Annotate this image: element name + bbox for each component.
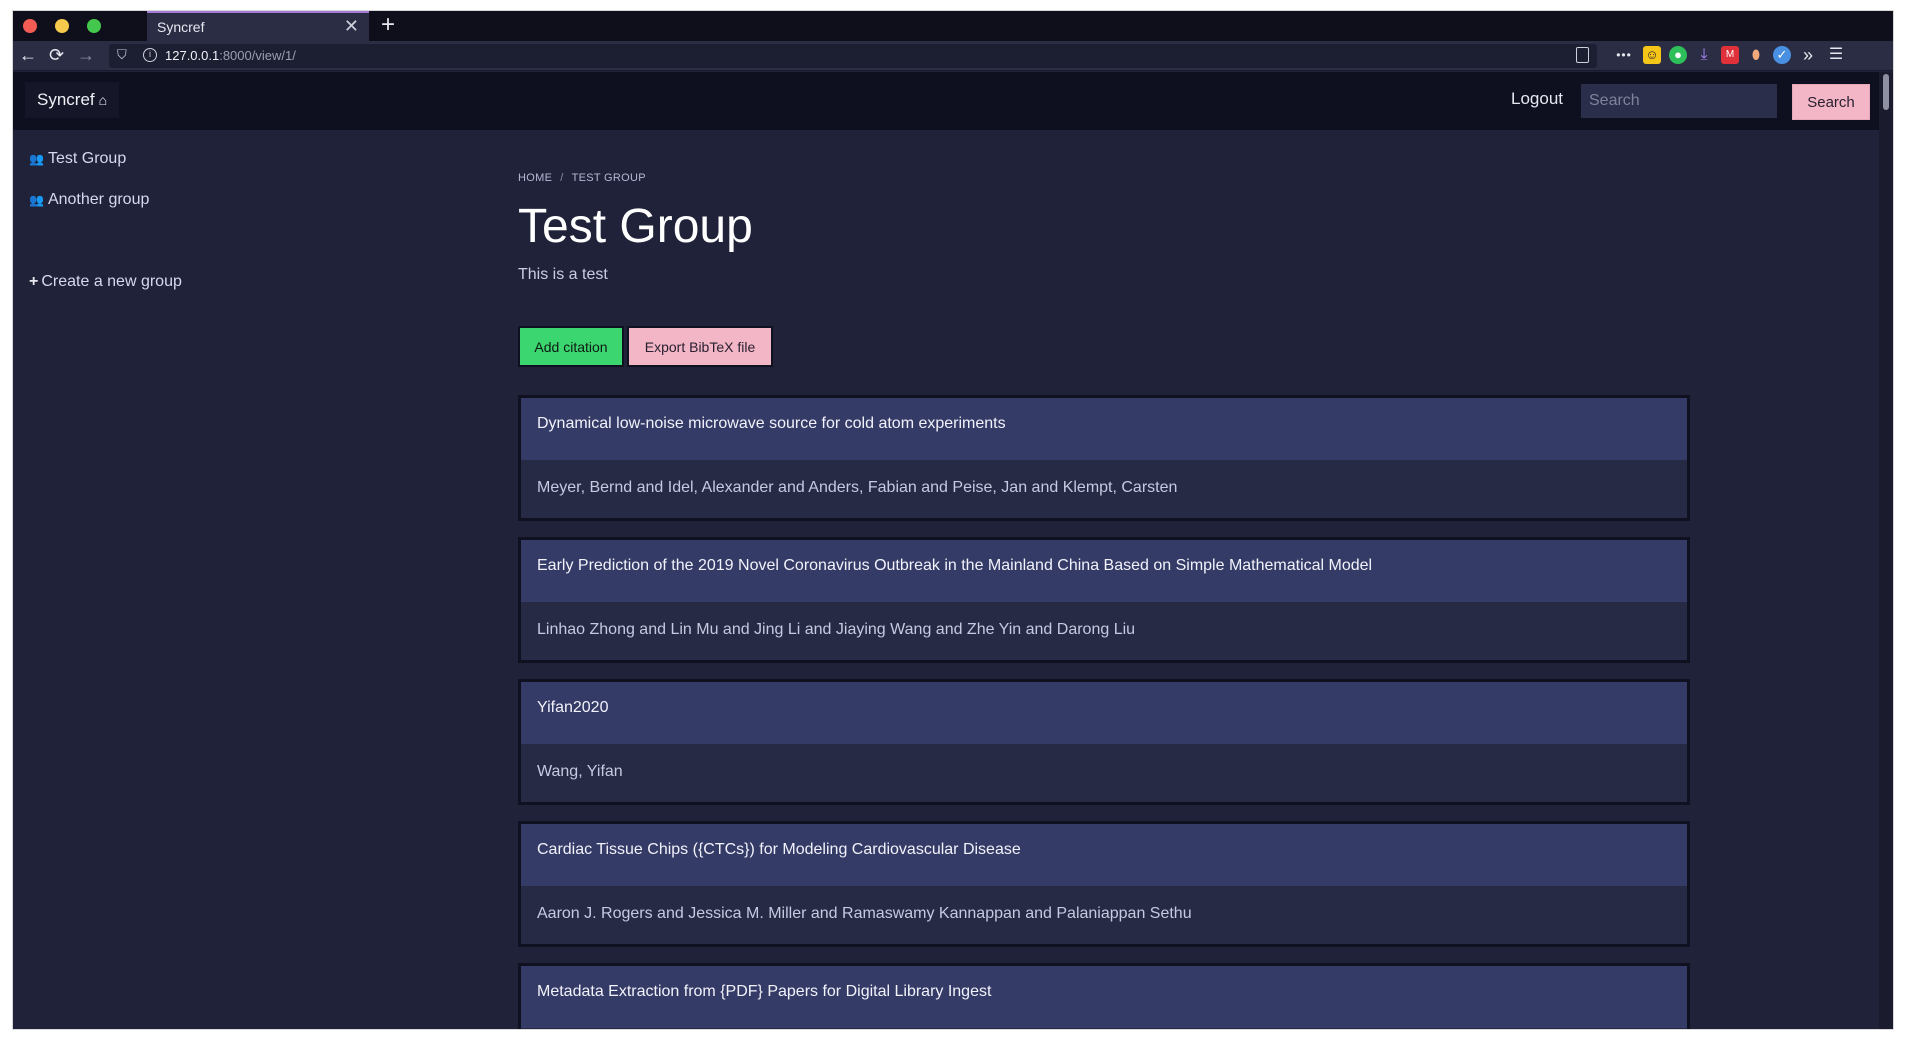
hamburger-menu-icon[interactable]: ☰: [1827, 46, 1845, 64]
reader-view-icon[interactable]: [1576, 47, 1589, 63]
sidebar-item-label: Test Group: [47, 150, 127, 167]
extension-green-icon[interactable]: ●: [1669, 46, 1687, 64]
url-host: 127.0.0.1: [165, 48, 220, 63]
citation-title[interactable]: Yifan2020: [521, 682, 1687, 744]
minimize-window-button[interactable]: [55, 19, 69, 33]
sidebar-item-another-group[interactable]: 👥 Another group: [29, 191, 149, 209]
info-icon[interactable]: i: [143, 48, 157, 62]
breadcrumb-separator: /: [560, 172, 564, 184]
citation-card[interactable]: Early Prediction of the 2019 Novel Coron…: [518, 537, 1690, 663]
maximize-window-button[interactable]: [87, 19, 101, 33]
tab-title: Syncref: [157, 19, 205, 35]
citation-authors: [521, 1028, 1687, 1029]
browser-window: Syncref ✕ + ← ⟳ → ⛉ i 127.0.0.1:8000/vie…: [13, 11, 1893, 1029]
back-icon[interactable]: ←: [19, 44, 37, 66]
group-icon: 👥: [29, 152, 44, 166]
citation-authors: Meyer, Bernd and Idel, Alexander and And…: [537, 479, 1178, 496]
more-options-icon[interactable]: •••: [1615, 46, 1633, 64]
tab-close-icon[interactable]: ✕: [344, 16, 359, 37]
extension-red-icon[interactable]: M: [1721, 46, 1739, 64]
browser-nav-bar: ← ⟳ → ⛉ i 127.0.0.1:8000/view/1/ ••• ☺ ●…: [13, 41, 1893, 71]
close-window-button[interactable]: [23, 19, 37, 33]
group-icon: 👥: [29, 193, 44, 207]
citation-title[interactable]: Early Prediction of the 2019 Novel Coron…: [521, 540, 1687, 602]
logout-link[interactable]: Logout: [1511, 89, 1563, 109]
page-title: Test Group: [518, 200, 753, 253]
home-icon: ⌂: [98, 92, 108, 108]
download-icon[interactable]: ⤓: [1695, 46, 1713, 64]
sidebar-item-label: Another group: [47, 191, 150, 208]
extension-blue-icon[interactable]: ✓: [1773, 46, 1791, 64]
browser-tab-syncref[interactable]: Syncref ✕: [147, 11, 369, 41]
extension-orange-icon[interactable]: ⬮: [1747, 46, 1765, 64]
url-path: :8000/view/1/: [219, 48, 296, 63]
site-header: Syncref ⌂ Logout Search: [13, 72, 1879, 130]
export-bibtex-button[interactable]: Export BibTeX file: [627, 326, 773, 367]
main-content: HOME / TEST GROUP Test Group This is a tes…: [518, 172, 1690, 1029]
citation-title[interactable]: Dynamical low-noise microwave source for…: [521, 398, 1687, 460]
more-extensions-icon[interactable]: »: [1799, 46, 1817, 64]
breadcrumb-current: TEST GROUP: [571, 172, 646, 184]
url-bar[interactable]: ⛉ i 127.0.0.1:8000/view/1/: [109, 44, 1597, 68]
breadcrumb-home[interactable]: HOME: [518, 172, 552, 184]
url-text[interactable]: 127.0.0.1:8000/view/1/: [165, 48, 296, 63]
citation-authors: Wang, Yifan: [537, 763, 623, 780]
plus-icon: +: [29, 273, 39, 290]
citation-title[interactable]: Metadata Extraction from {PDF} Papers fo…: [521, 966, 1687, 1028]
page: Syncref⌂ Logout Search 👥Test Group 👥Anot…: [13, 72, 1879, 1029]
brand-name: Syncref: [37, 90, 95, 109]
shield-icon[interactable]: ⛉: [117, 47, 127, 63]
citation-card[interactable]: Yifan2020 Wang, Yifan: [518, 679, 1690, 805]
citation-title[interactable]: Cardiac Tissue Chips ({CTCs}) for Modeli…: [521, 824, 1687, 886]
search-input[interactable]: [1581, 84, 1777, 118]
extension-emoji-icon[interactable]: ☺: [1643, 46, 1661, 64]
toolbar-icons: ••• ☺ ● ⤓ M ⬮ ✓ » ☰: [1615, 46, 1883, 66]
search-button[interactable]: Search: [1792, 84, 1870, 120]
forward-icon[interactable]: →: [77, 44, 95, 66]
group-description: This is a test: [518, 266, 608, 283]
citation-card[interactable]: Dynamical low-noise microwave source for…: [518, 395, 1690, 521]
citation-authors: Linhao Zhong and Lin Mu and Jing Li and …: [537, 621, 1136, 638]
create-group-label: Create a new group: [41, 273, 182, 290]
add-citation-button[interactable]: Add citation: [518, 326, 624, 367]
citation-card[interactable]: Cardiac Tissue Chips ({CTCs}) for Modeli…: [518, 821, 1690, 947]
new-tab-button[interactable]: +: [381, 12, 395, 38]
create-group-link[interactable]: + Create a new group: [29, 273, 182, 291]
citation-card[interactable]: Metadata Extraction from {PDF} Papers fo…: [518, 963, 1690, 1029]
sidebar-item-test-group[interactable]: 👥 Test Group: [29, 150, 126, 168]
breadcrumb: HOME / TEST GROUP: [518, 172, 1690, 184]
citation-authors: Aaron J. Rogers and Jessica M. Miller an…: [537, 905, 1192, 922]
scrollbar-thumb[interactable]: [1883, 74, 1889, 110]
brand-link[interactable]: Syncref ⌂: [25, 82, 120, 118]
browser-tab-bar: Syncref ✕ +: [13, 11, 1893, 41]
page-scrollbar[interactable]: [1879, 72, 1893, 1029]
reload-icon[interactable]: ⟳: [49, 44, 64, 66]
